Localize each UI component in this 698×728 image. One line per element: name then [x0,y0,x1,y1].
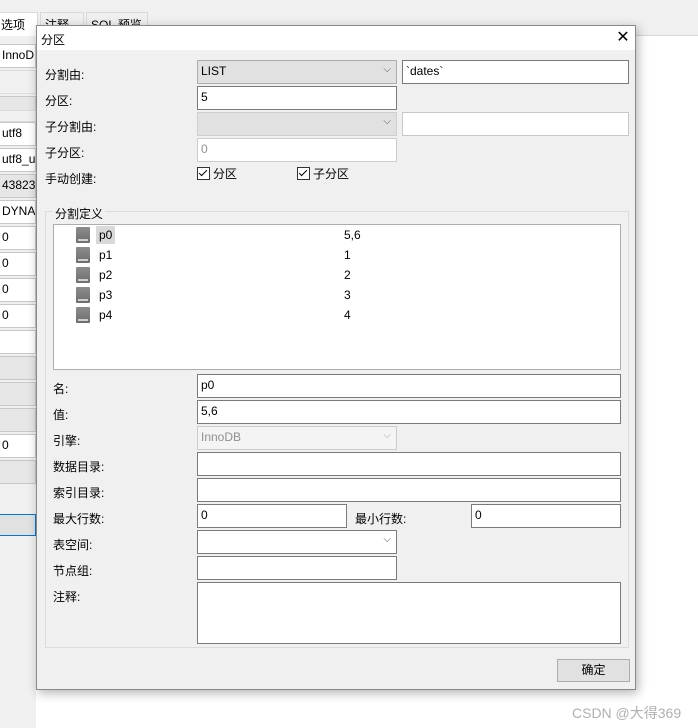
partition-name: p1 [99,248,113,262]
tablespace-select[interactable]: ⌵ [197,530,397,554]
partition-value: 1 [344,248,351,262]
partition-name: p3 [99,288,113,302]
background-field [0,70,36,94]
background-numeric-field[interactable]: 0 [0,252,36,276]
subpartitions-label: 子分区: [45,146,85,160]
dialog-title-bar [37,26,635,50]
comment-label: 注释: [53,590,81,604]
partition-by-label: 分割由: [45,68,85,82]
partitions-label: 分区: [45,94,73,108]
partition-icon [76,287,90,303]
background-field[interactable] [0,356,36,380]
partition-row[interactable]: p1 1 [54,245,620,265]
partition-dialog: 分区 ✕ 分割由: LIST ⌵ `dates` 分区: 5 子分割由: ⌵ 子… [36,25,636,690]
chevron-down-icon: ⌵ [383,64,391,75]
max-rows-label: 最大行数: [53,512,105,526]
subpartition-expression-input[interactable] [402,112,629,136]
partition-name: p2 [99,268,113,282]
partitions-count-input[interactable]: 5 [197,86,397,110]
partition-value: 4 [344,308,351,322]
close-icon[interactable]: ✕ [611,26,635,50]
chevron-down-icon: ⌵ [383,430,391,441]
partition-icon [76,227,90,243]
tablespace-label: 表空间: [53,538,93,552]
max-rows-input[interactable]: 0 [197,504,347,528]
checkbox-checked-icon [197,167,210,180]
subpartitions-count-input[interactable]: 0 [197,138,397,162]
partition-by-select[interactable]: LIST ⌵ [197,60,397,84]
dialog-title: 分区 [41,33,66,47]
background-field[interactable] [0,408,36,432]
background-row-format-field[interactable]: DYNA [0,200,36,224]
min-rows-label: 最小行数: [355,512,407,526]
partition-icon [76,307,90,323]
comment-textarea[interactable] [197,582,621,644]
partition-by-value: LIST [201,64,227,78]
nodegroup-input[interactable] [197,556,397,580]
subpartition-by-select[interactable]: ⌵ [197,112,397,136]
partition-row[interactable]: p2 2 [54,265,620,285]
chevron-down-icon: ⌵ [383,534,391,545]
partition-name: p4 [99,308,113,322]
subpartition-by-label: 子分割由: [45,120,97,134]
engine-select[interactable]: InnoDB ⌵ [197,426,397,450]
background-engine-field[interactable]: InnoDB [0,44,36,68]
background-numeric-field[interactable]: 0 [0,304,36,328]
background-numeric-field[interactable]: 0 [0,278,36,302]
manual-partition-checkbox-label: 分区 [213,167,238,181]
background-field[interactable] [0,330,36,354]
partition-definition-group-title: 分割定义 [53,205,106,222]
partition-value-label: 值: [53,408,69,422]
checkbox-checked-icon [297,167,310,180]
partition-list[interactable]: p0 5,6 p1 1 p2 2 p3 3 p4 4 [53,224,621,370]
background-field[interactable] [0,382,36,406]
background-field[interactable] [0,460,36,484]
manual-create-label: 手动创建: [45,172,97,186]
background-tab-options[interactable]: 选项 [0,12,38,36]
partition-value: 5,6 [344,228,361,242]
partition-value: 3 [344,288,351,302]
manual-partition-checkbox[interactable]: 分区 [197,165,237,182]
partition-expression-input[interactable]: `dates` [402,60,629,84]
background-collation-field[interactable]: utf8_u [0,148,36,172]
chevron-down-icon: ⌵ [383,116,391,127]
background-auto-increment-field[interactable]: 438234 [0,174,36,198]
partition-icon [76,267,90,283]
engine-label: 引擎: [53,434,81,448]
index-directory-input[interactable] [197,478,621,502]
engine-value: InnoDB [201,430,242,444]
partition-row[interactable]: p3 3 [54,285,620,305]
manual-subpartition-checkbox-label: 子分区 [313,167,350,181]
partition-row[interactable]: p4 4 [54,305,620,325]
manual-subpartition-checkbox[interactable]: 子分区 [297,165,349,182]
background-field [0,110,36,122]
data-directory-input[interactable] [197,452,621,476]
partition-row[interactable]: p0 5,6 [54,225,620,245]
partition-name-label: 名: [53,382,69,396]
data-directory-label: 数据目录: [53,460,105,474]
nodegroup-label: 节点组: [53,564,93,578]
index-directory-label: 索引目录: [53,486,105,500]
watermark: CSDN @大得369 [572,705,682,721]
background-button[interactable] [0,514,36,536]
partition-name-input[interactable]: p0 [197,374,621,398]
partition-name: p0 [96,226,116,244]
ok-button[interactable]: 确定 [557,659,630,682]
min-rows-input[interactable]: 0 [471,504,621,528]
partition-value: 2 [344,268,351,282]
partition-value-input[interactable]: 5,6 [197,400,621,424]
background-charset-field[interactable]: utf8 [0,122,36,146]
background-numeric-field[interactable]: 0 [0,434,36,458]
background-numeric-field[interactable]: 0 [0,226,36,250]
partition-icon [76,247,90,263]
